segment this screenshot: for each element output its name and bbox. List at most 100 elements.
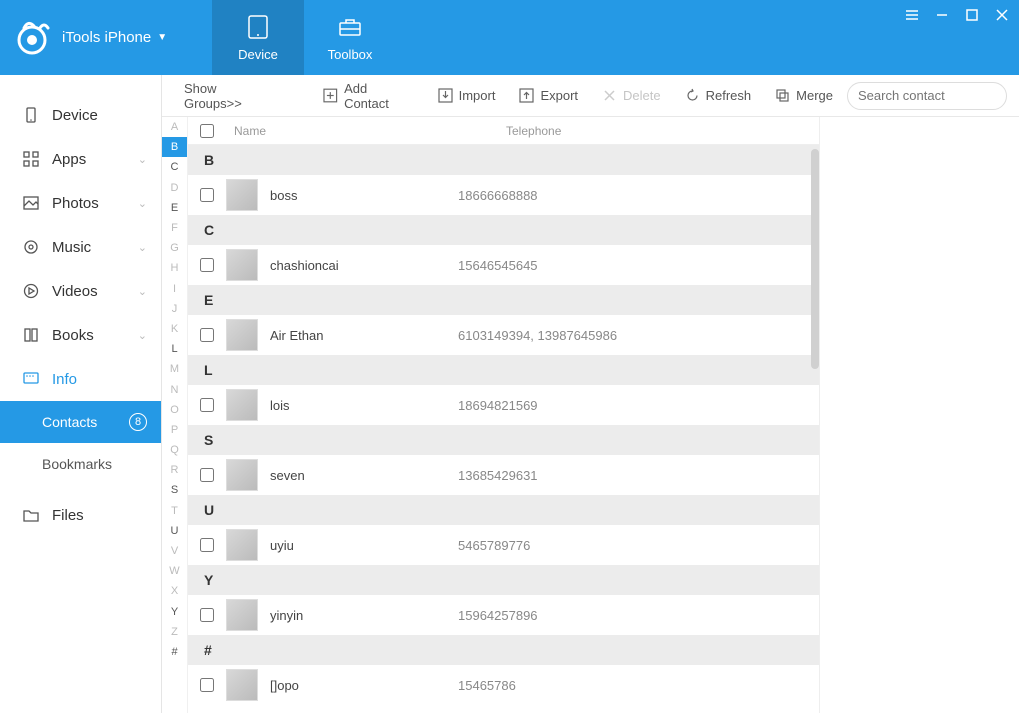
contact-row[interactable]: uyiu5465789776 — [188, 525, 819, 565]
telephone-column-header[interactable]: Telephone — [506, 124, 819, 138]
sidebar-item-files[interactable]: Files — [0, 493, 161, 537]
az-letter-S[interactable]: S — [162, 480, 187, 500]
refresh-button[interactable]: Refresh — [675, 84, 762, 107]
sidebar-item-info[interactable]: Info — [0, 357, 161, 401]
contact-row[interactable]: boss18666668888 — [188, 175, 819, 215]
row-checkbox[interactable] — [200, 398, 214, 412]
contact-row[interactable]: []opo15465786 — [188, 665, 819, 705]
az-letter-W[interactable]: W — [162, 561, 187, 581]
az-letter-R[interactable]: R — [162, 460, 187, 480]
az-letter-N[interactable]: N — [162, 379, 187, 399]
chevron-down-icon: ⌄ — [138, 329, 147, 342]
contact-telephone: 15964257896 — [458, 608, 819, 623]
avatar — [226, 249, 258, 281]
menu-icon[interactable] — [903, 6, 921, 24]
tab-device-label: Device — [238, 47, 278, 62]
close-button[interactable] — [993, 6, 1011, 24]
sidebar-item-photos[interactable]: Photos⌄ — [0, 181, 161, 225]
device-icon — [22, 106, 40, 124]
az-letter-C[interactable]: C — [162, 157, 187, 177]
az-letter-#[interactable]: # — [162, 642, 187, 662]
az-letter-H[interactable]: H — [162, 258, 187, 278]
az-letter-E[interactable]: E — [162, 198, 187, 218]
sidebar-item-books[interactable]: Books⌄ — [0, 313, 161, 357]
az-letter-Q[interactable]: Q — [162, 440, 187, 460]
app-header: iTools iPhone ▼ Device Toolbox — [0, 0, 1019, 75]
az-letter-J[interactable]: J — [162, 299, 187, 319]
sidebar-subitem-bookmarks[interactable]: Bookmarks — [0, 443, 161, 485]
videos-icon — [22, 282, 40, 300]
show-groups-button[interactable]: Show Groups>> — [174, 77, 285, 115]
az-letter-T[interactable]: T — [162, 501, 187, 521]
sidebar-item-device[interactable]: Device — [0, 93, 161, 137]
contact-row[interactable]: lois18694821569 — [188, 385, 819, 425]
merge-button[interactable]: Merge — [765, 84, 843, 107]
minimize-button[interactable] — [933, 6, 951, 24]
contact-telephone: 18666668888 — [458, 188, 819, 203]
search-box[interactable] — [847, 82, 1007, 110]
contact-row[interactable]: seven13685429631 — [188, 455, 819, 495]
sidebar-label: Photos — [52, 195, 99, 212]
sidebar-subitem-contacts[interactable]: Contacts8 — [0, 401, 161, 443]
info-icon — [22, 370, 40, 388]
photos-icon — [22, 194, 40, 212]
maximize-button[interactable] — [963, 6, 981, 24]
az-letter-Y[interactable]: Y — [162, 602, 187, 622]
az-letter-V[interactable]: V — [162, 541, 187, 561]
section-header: B — [188, 145, 819, 175]
row-checkbox[interactable] — [200, 188, 214, 202]
tab-toolbox[interactable]: Toolbox — [304, 0, 396, 75]
az-letter-D[interactable]: D — [162, 178, 187, 198]
az-letter-F[interactable]: F — [162, 218, 187, 238]
sidebar-label: Files — [52, 507, 84, 524]
select-all-checkbox[interactable] — [200, 124, 214, 138]
section-header: L — [188, 355, 819, 385]
import-button[interactable]: Import — [428, 84, 506, 107]
contact-name: yinyin — [270, 608, 303, 623]
row-checkbox[interactable] — [200, 608, 214, 622]
row-checkbox[interactable] — [200, 328, 214, 342]
export-button[interactable]: Export — [509, 84, 588, 107]
az-letter-G[interactable]: G — [162, 238, 187, 258]
az-letter-X[interactable]: X — [162, 581, 187, 601]
contact-row[interactable]: Air Ethan6103149394, 13987645986 — [188, 315, 819, 355]
label: Merge — [796, 88, 833, 103]
az-letter-Z[interactable]: Z — [162, 622, 187, 642]
az-letter-L[interactable]: L — [162, 339, 187, 359]
sidebar-item-apps[interactable]: Apps ⌄ — [0, 137, 161, 181]
az-letter-K[interactable]: K — [162, 319, 187, 339]
list-area: ABCDEFGHIJKLMNOPQRSTUVWXYZ# Name Telepho… — [162, 117, 1019, 713]
row-checkbox[interactable] — [200, 678, 214, 692]
app-title-dropdown[interactable]: iTools iPhone ▼ — [62, 29, 167, 46]
content-area: Show Groups>> Add Contact Import Export … — [162, 75, 1019, 713]
add-contact-button[interactable]: Add Contact — [313, 77, 423, 115]
chevron-down-icon: ⌄ — [138, 153, 147, 166]
az-letter-M[interactable]: M — [162, 359, 187, 379]
sidebar-label: Music — [52, 239, 91, 256]
scrollbar[interactable] — [811, 149, 819, 369]
app-title-text: iTools iPhone — [62, 29, 151, 46]
az-index: ABCDEFGHIJKLMNOPQRSTUVWXYZ# — [162, 117, 188, 713]
tab-device[interactable]: Device — [212, 0, 304, 75]
az-letter-B[interactable]: B — [162, 137, 187, 157]
contact-row[interactable]: chashioncai15646545645 — [188, 245, 819, 285]
contact-telephone: 15646545645 — [458, 258, 819, 273]
sidebar-label: Info — [52, 371, 77, 388]
az-letter-P[interactable]: P — [162, 420, 187, 440]
az-letter-A[interactable]: A — [162, 117, 187, 137]
label: Show Groups>> — [184, 81, 275, 111]
sidebar-item-music[interactable]: Music⌄ — [0, 225, 161, 269]
contact-row[interactable]: yinyin 15964257896 — [188, 595, 819, 635]
az-letter-U[interactable]: U — [162, 521, 187, 541]
row-checkbox[interactable] — [200, 468, 214, 482]
name-column-header[interactable]: Name — [226, 124, 506, 138]
sidebar-item-videos[interactable]: Videos⌄ — [0, 269, 161, 313]
search-input[interactable] — [858, 88, 1019, 103]
az-letter-I[interactable]: I — [162, 279, 187, 299]
az-letter-O[interactable]: O — [162, 400, 187, 420]
main-area: Device Apps⌄ Photos⌄ Music⌄ Videos⌄ Book… — [0, 75, 1019, 713]
row-checkbox[interactable] — [200, 538, 214, 552]
avatar — [226, 389, 258, 421]
row-checkbox[interactable] — [200, 258, 214, 272]
sidebar-label: Apps — [52, 151, 86, 168]
